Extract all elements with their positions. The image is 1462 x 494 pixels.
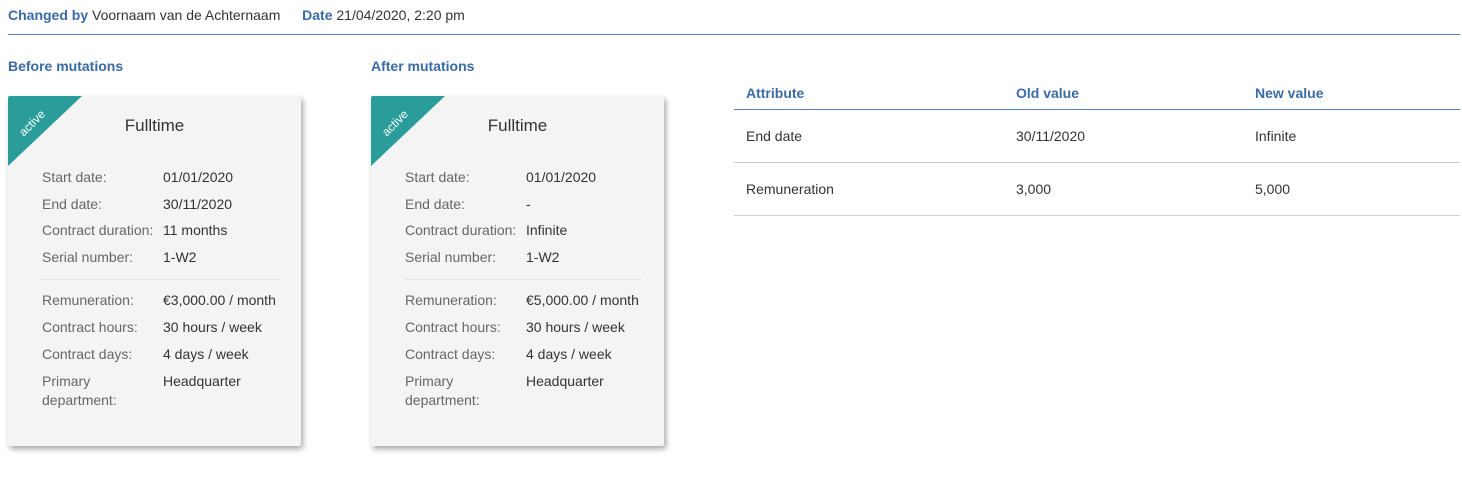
field-value: 30 hours / week bbox=[526, 319, 625, 335]
contract-title: Fulltime bbox=[124, 116, 185, 135]
contract-title: Fulltime bbox=[487, 116, 548, 135]
field-value: Headquarter bbox=[163, 373, 241, 389]
field-label: Contract hours: bbox=[42, 319, 138, 335]
cell-new-value: 5,000 bbox=[1243, 162, 1460, 216]
field-label: Start date: bbox=[42, 169, 107, 185]
field-value: - bbox=[526, 196, 531, 212]
column-header-old-value: Old value bbox=[1004, 76, 1243, 110]
card-divider bbox=[405, 279, 641, 280]
field-label: Contract duration: bbox=[42, 222, 154, 238]
field-label: Contract hours: bbox=[405, 319, 501, 335]
table-header-row: Attribute Old value New value bbox=[734, 76, 1460, 110]
card-divider bbox=[42, 279, 278, 280]
cell-new-value: Infinite bbox=[1243, 109, 1460, 163]
field-label: Primary department: bbox=[42, 373, 117, 408]
field-value: Infinite bbox=[526, 222, 568, 238]
cell-attribute: End date bbox=[734, 109, 1004, 163]
table-row: Remuneration 3,000 5,000 bbox=[734, 162, 1460, 216]
before-contract-card: active Fulltime Start date: 01/01/2020 E… bbox=[8, 96, 301, 446]
field-label: Serial number: bbox=[405, 249, 497, 265]
cell-attribute: Remuneration bbox=[734, 162, 1004, 216]
field-value: 30/11/2020 bbox=[163, 196, 233, 212]
field-label: End date: bbox=[42, 196, 102, 212]
column-header-new-value: New value bbox=[1243, 76, 1460, 110]
field-value: Headquarter bbox=[526, 373, 604, 389]
cell-old-value: 3,000 bbox=[1004, 162, 1243, 216]
field-value: 4 days / week bbox=[163, 346, 249, 362]
field-label: Contract days: bbox=[405, 346, 496, 362]
column-header-attribute: Attribute bbox=[734, 76, 1004, 110]
after-contract-card: active Fulltime Start date: 01/01/2020 E… bbox=[371, 96, 664, 446]
date-value: 21/04/2020, 2:20 pm bbox=[336, 7, 465, 23]
changes-table: Attribute Old value New value End date 3… bbox=[734, 76, 1460, 216]
field-value: 1-W2 bbox=[163, 249, 197, 265]
field-value: €3,000.00 / month bbox=[163, 292, 276, 308]
table-row: End date 30/11/2020 Infinite bbox=[734, 109, 1460, 163]
field-label: Remuneration: bbox=[42, 292, 134, 308]
field-value: 01/01/2020 bbox=[526, 169, 597, 185]
field-label: Serial number: bbox=[42, 249, 134, 265]
field-label: Remuneration: bbox=[405, 292, 497, 308]
field-label: Contract days: bbox=[42, 346, 133, 362]
field-value: 11 months bbox=[163, 222, 228, 238]
mutation-header: Changed by Voornaam van de Achternaam Da… bbox=[8, 7, 1460, 35]
changed-by-label: Changed by bbox=[8, 7, 89, 23]
field-value: 01/01/2020 bbox=[163, 169, 234, 185]
field-value: 4 days / week bbox=[526, 346, 612, 362]
after-section-title: After mutations bbox=[371, 58, 475, 74]
before-section-title: Before mutations bbox=[8, 58, 124, 74]
field-value: 1-W2 bbox=[526, 249, 560, 265]
field-label: End date: bbox=[405, 196, 465, 212]
field-label: Start date: bbox=[405, 169, 470, 185]
field-value: €5,000.00 / month bbox=[526, 292, 639, 308]
cell-old-value: 30/11/2020 bbox=[1004, 109, 1243, 163]
field-label: Primary department: bbox=[405, 373, 480, 408]
field-value: 30 hours / week bbox=[163, 319, 262, 335]
changed-by-value: Voornaam van de Achternaam bbox=[92, 7, 281, 23]
field-label: Contract duration: bbox=[405, 222, 517, 238]
date-label: Date bbox=[302, 7, 333, 23]
